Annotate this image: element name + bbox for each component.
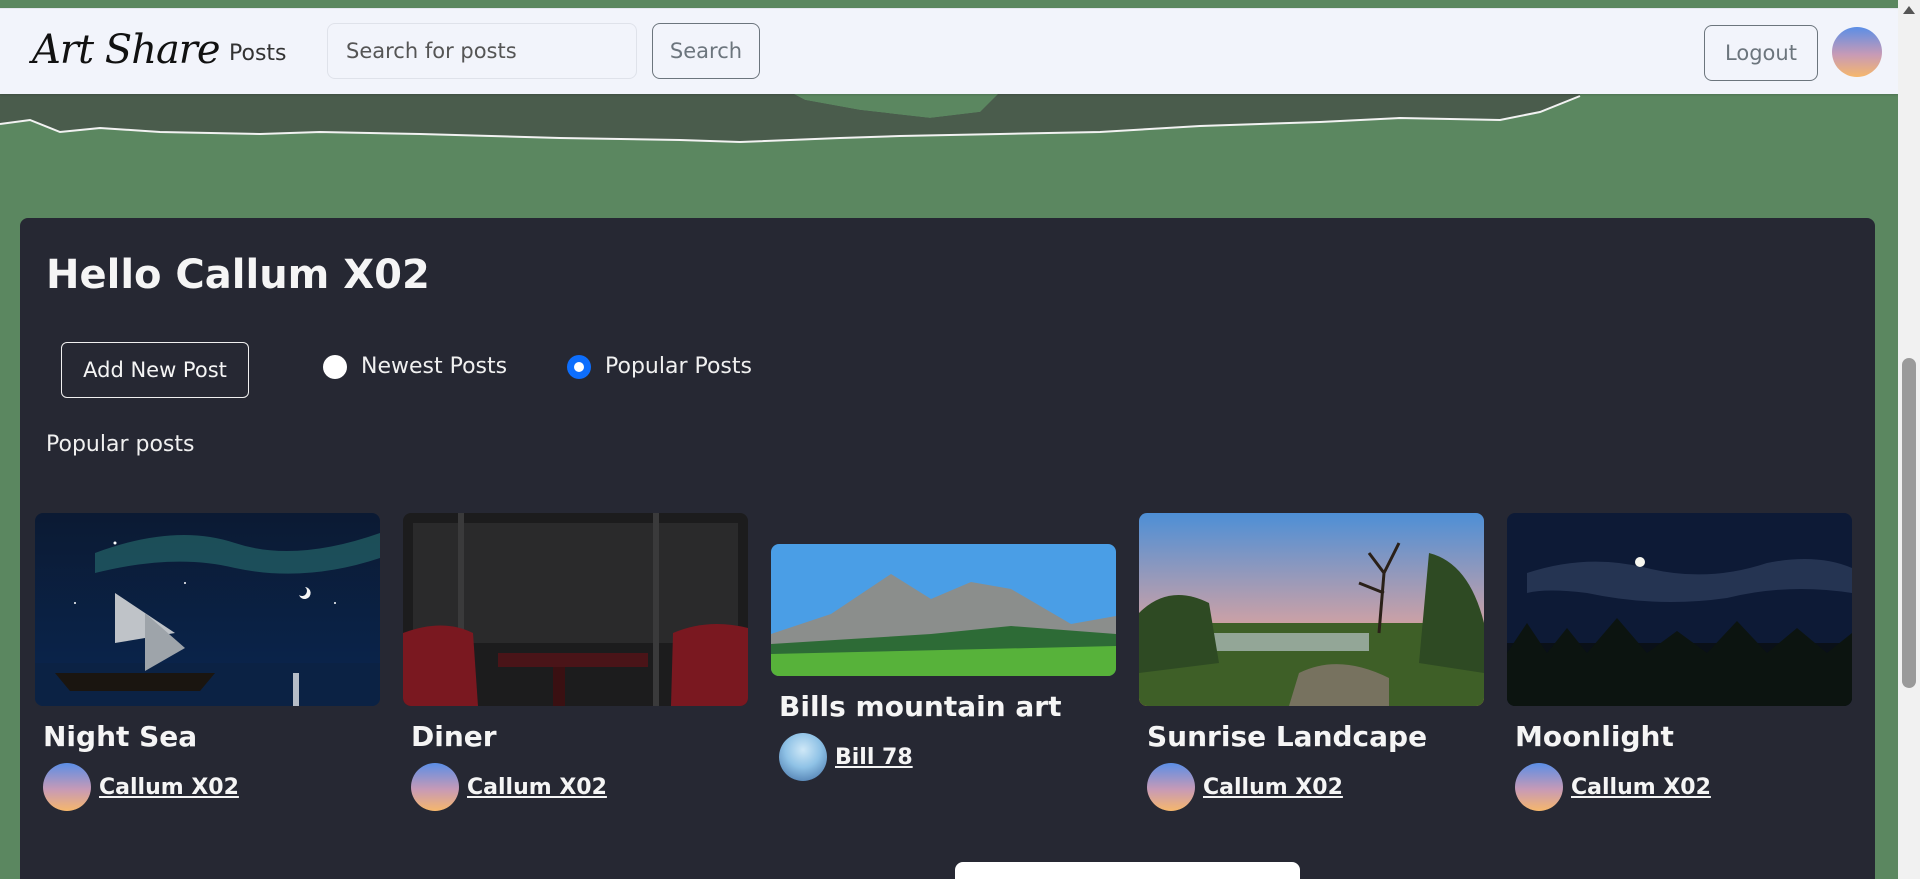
post-card[interactable]: Bills mountain art Bill 78 xyxy=(771,544,1116,781)
post-author: Callum X02 xyxy=(411,763,748,811)
author-avatar[interactable] xyxy=(1515,763,1563,811)
scroll-up-arrow-icon[interactable] xyxy=(1903,6,1915,14)
search-input[interactable] xyxy=(327,23,637,79)
post-title[interactable]: Diner xyxy=(411,720,748,753)
post-title[interactable]: Bills mountain art xyxy=(779,690,1116,723)
brand-logo[interactable]: Art Share xyxy=(32,27,221,73)
post-card[interactable]: Night Sea Callum X02 xyxy=(35,513,380,811)
author-link[interactable]: Callum X02 xyxy=(99,775,239,800)
logout-button[interactable]: Logout xyxy=(1704,25,1818,81)
post-author: Callum X02 xyxy=(1147,763,1484,811)
post-card[interactable]: Sunrise Landcape Callum X02 xyxy=(1139,513,1484,811)
post-image-diner[interactable] xyxy=(403,513,748,706)
user-avatar[interactable] xyxy=(1832,27,1882,77)
author-link[interactable]: Callum X02 xyxy=(1571,775,1711,800)
post-card[interactable]: Moonlight Callum X02 xyxy=(1507,513,1852,811)
post-author: Callum X02 xyxy=(1515,763,1852,811)
greeting-heading: Hello Callum X02 xyxy=(46,252,430,298)
author-avatar[interactable] xyxy=(779,733,827,781)
radio-label-newest: Newest Posts xyxy=(361,354,508,379)
author-avatar[interactable] xyxy=(411,763,459,811)
section-label: Popular posts xyxy=(46,432,195,457)
post-image-moonlight[interactable] xyxy=(1507,513,1852,706)
author-link[interactable]: Callum X02 xyxy=(467,775,607,800)
post-image-bills-mountain-art[interactable] xyxy=(771,544,1116,676)
post-title[interactable]: Night Sea xyxy=(43,720,380,753)
radio-unchecked-icon[interactable] xyxy=(323,354,347,379)
page-scrollbar[interactable] xyxy=(1898,0,1920,879)
post-image-night-sea[interactable] xyxy=(35,513,380,706)
main-panel: Hello Callum X02 Add New Post Newest Pos… xyxy=(20,218,1875,879)
post-title[interactable]: Sunrise Landcape xyxy=(1147,720,1484,753)
scrollbar-thumb[interactable] xyxy=(1902,358,1916,688)
radio-label-popular: Popular Posts xyxy=(605,354,752,379)
author-link[interactable]: Callum X02 xyxy=(1203,775,1343,800)
search-button[interactable]: Search xyxy=(652,23,760,79)
next-card-edge xyxy=(955,862,1300,879)
author-avatar[interactable] xyxy=(1147,763,1195,811)
radio-newest-posts[interactable]: Newest Posts xyxy=(323,354,507,379)
radio-popular-posts[interactable]: Popular Posts xyxy=(567,354,752,379)
author-avatar[interactable] xyxy=(43,763,91,811)
top-navbar: Art Share Posts Search Logout xyxy=(0,8,1898,94)
author-link[interactable]: Bill 78 xyxy=(835,745,913,770)
post-card[interactable]: Diner Callum X02 xyxy=(403,513,748,811)
post-author: Bill 78 xyxy=(779,733,1116,781)
post-title[interactable]: Moonlight xyxy=(1515,720,1852,753)
post-image-sunrise-landscape[interactable] xyxy=(1139,513,1484,706)
post-author: Callum X02 xyxy=(43,763,380,811)
radio-checked-icon[interactable] xyxy=(567,354,591,379)
nav-link-posts[interactable]: Posts xyxy=(229,41,287,66)
add-new-post-button[interactable]: Add New Post xyxy=(61,342,249,398)
